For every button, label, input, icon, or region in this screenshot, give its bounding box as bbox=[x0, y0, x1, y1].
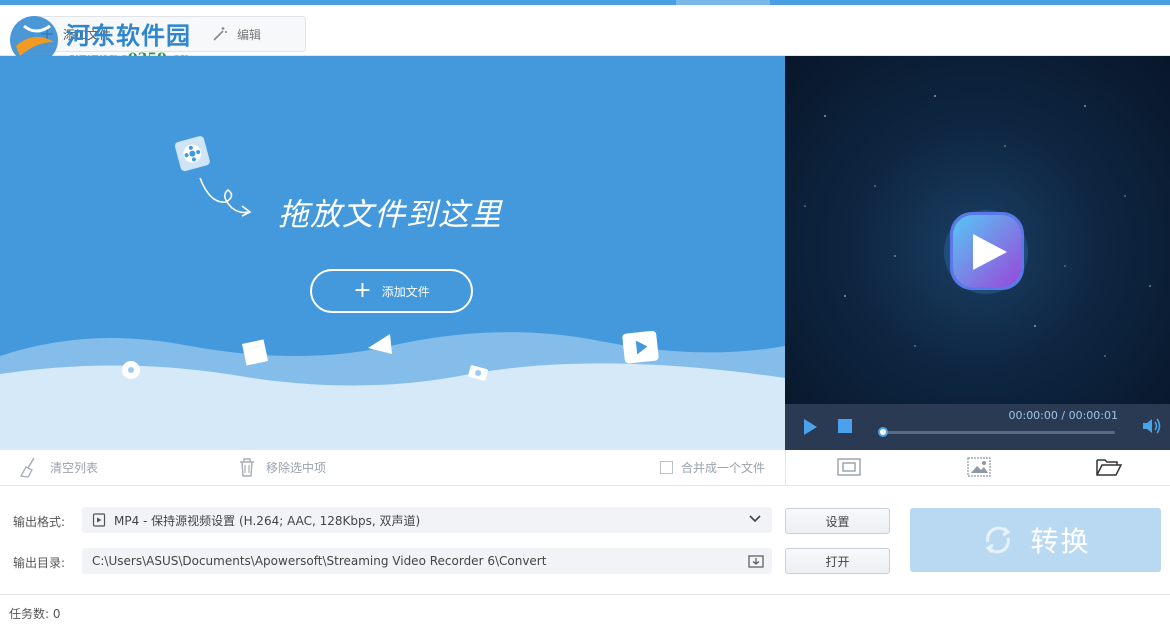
toolbar-button-group: 添加文件 编辑 bbox=[30, 16, 306, 52]
list-actions: 清空列表 移除选中项 合并成一个文件 bbox=[0, 450, 786, 486]
progress-knob[interactable] bbox=[878, 427, 888, 437]
open-folder-button[interactable] bbox=[1096, 456, 1122, 478]
snapshot-button[interactable] bbox=[966, 456, 992, 478]
merge-label: 合并成一个文件 bbox=[681, 460, 766, 475]
remove-selected-button[interactable]: 移除选中项 bbox=[236, 450, 326, 484]
convert-label: 转换 bbox=[1030, 525, 1091, 558]
drop-zone-title: 拖放文件到这里 bbox=[278, 197, 502, 233]
drag-arrow bbox=[199, 177, 249, 214]
fullscreen-button[interactable] bbox=[836, 456, 862, 478]
plus-icon bbox=[41, 28, 53, 40]
task-count: 任务数: 0 bbox=[9, 605, 61, 622]
add-file-button[interactable]: 添加文件 bbox=[39, 17, 149, 51]
open-button[interactable]: 打开 bbox=[785, 548, 890, 574]
drop-zone-artwork bbox=[0, 136, 785, 450]
drop-zone-add-file-label: 添加文件 bbox=[381, 284, 430, 299]
merge-checkbox-box[interactable] bbox=[660, 460, 673, 474]
output-dir-value: C:\Users\ASUS\Documents\Apowersoft\Strea… bbox=[92, 554, 547, 568]
edit-label: 编辑 bbox=[237, 27, 262, 42]
folder-open-icon bbox=[1096, 459, 1122, 476]
player-controls: 00:00:00 / 00:00:01 bbox=[785, 404, 1170, 450]
convert-refresh-icon bbox=[986, 526, 1011, 554]
magic-wand-icon bbox=[213, 27, 227, 41]
playback-time: 00:00:00 / 00:00:01 bbox=[1008, 409, 1118, 422]
video-preview bbox=[785, 56, 1170, 404]
settings-button[interactable]: 设置 bbox=[785, 508, 890, 534]
output-format-label: 输出格式: bbox=[13, 515, 66, 529]
play-icon[interactable] bbox=[801, 418, 819, 436]
chevron-down-icon bbox=[749, 515, 761, 523]
video-file-icon bbox=[622, 330, 659, 364]
drop-zone-add-file-button[interactable]: + 添加文件 bbox=[310, 269, 473, 313]
output-dir-field[interactable]: C:\Users\ASUS\Documents\Apowersoft\Strea… bbox=[82, 548, 772, 574]
film-reel-icon bbox=[174, 136, 210, 172]
add-file-label: 添加文件 bbox=[63, 27, 112, 42]
image-icon bbox=[967, 457, 991, 477]
video-file-icon bbox=[92, 513, 106, 527]
drop-zone[interactable]: 拖放文件到这里 + 添加文件 bbox=[0, 56, 785, 450]
status-bar: 任务数: 0 bbox=[0, 594, 1170, 624]
broom-icon bbox=[19, 457, 35, 478]
film-reel-small-icon bbox=[122, 361, 140, 379]
starfield bbox=[804, 95, 1151, 357]
edit-button[interactable]: 编辑 bbox=[211, 17, 301, 51]
browse-folder-icon[interactable] bbox=[748, 553, 764, 569]
clear-list-button[interactable]: 清空列表 bbox=[18, 450, 98, 484]
clear-list-label: 清空列表 bbox=[50, 460, 99, 475]
task-count-label: 任务数: bbox=[9, 607, 50, 621]
task-count-value: 0 bbox=[52, 607, 61, 621]
plus-icon: + bbox=[353, 278, 372, 303]
volume-icon[interactable] bbox=[1141, 416, 1163, 436]
stop-icon[interactable] bbox=[837, 418, 853, 434]
output-format-select[interactable]: MP4 - 保持源视频设置 (H.264; AAC, 128Kbps, 双声道) bbox=[82, 507, 772, 533]
trash-icon bbox=[240, 458, 254, 477]
convert-button[interactable]: 转换 bbox=[910, 508, 1161, 572]
progress-track[interactable] bbox=[883, 431, 1115, 434]
app-logo-play-icon bbox=[944, 210, 1028, 294]
output-dir-label: 输出目录: bbox=[13, 556, 66, 570]
clapperboard-icon bbox=[242, 339, 269, 366]
output-format-value: MP4 - 保持源视频设置 (H.264; AAC, 128Kbps, 双声道) bbox=[114, 513, 421, 528]
merge-checkbox[interactable]: 合并成一个文件 bbox=[660, 450, 765, 484]
toolbar: 添加文件 编辑 bbox=[0, 5, 1170, 56]
screen-fit-icon bbox=[837, 458, 861, 476]
preview-actions bbox=[786, 450, 1170, 486]
remove-selected-label: 移除选中项 bbox=[266, 460, 327, 475]
